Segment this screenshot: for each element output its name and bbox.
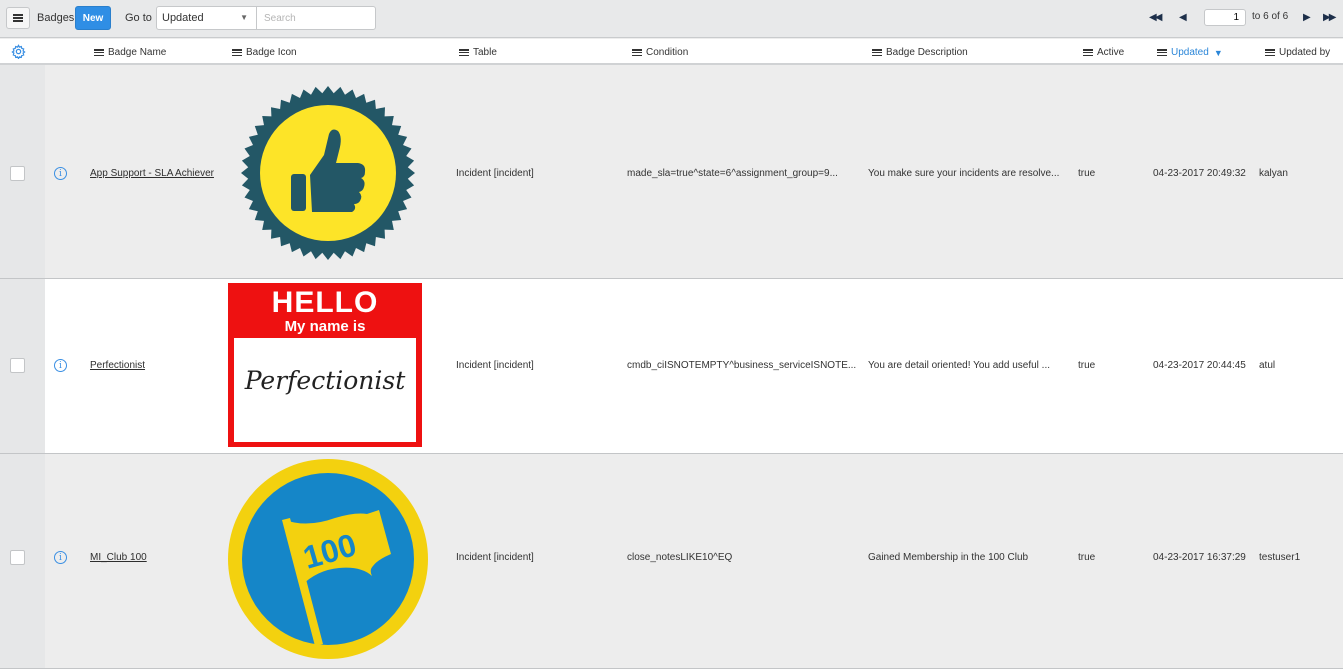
list-menu-button[interactable] <box>6 7 30 29</box>
goto-selected-value: Updated <box>162 12 204 24</box>
column-menu-icon[interactable] <box>94 49 104 56</box>
active-cell: true <box>1078 360 1096 371</box>
column-menu-icon[interactable] <box>632 49 642 56</box>
new-button[interactable]: New <box>75 6 111 30</box>
hamburger-icon <box>13 14 23 22</box>
updated-by-cell: kalyan <box>1259 168 1288 179</box>
column-label: Updated by <box>1279 47 1331 58</box>
updated-cell: 04-23-2017 20:49:32 <box>1153 168 1246 179</box>
search-input[interactable] <box>256 6 376 30</box>
description-cell: Gained Membership in the 100 Club <box>868 552 1029 563</box>
column-menu-icon[interactable] <box>1157 49 1167 56</box>
table-cell: Incident [incident] <box>456 552 534 563</box>
column-header-table[interactable]: Table <box>459 47 497 58</box>
dropdown-caret-icon: ▼ <box>240 13 248 22</box>
table-row: i Perfectionist HELLO My name is Perfect… <box>0 279 1343 454</box>
first-page-icon[interactable]: ◀◀ <box>1149 12 1162 23</box>
column-header-badge-name[interactable]: Badge Name <box>94 47 166 58</box>
column-header-active[interactable]: Active <box>1083 47 1124 58</box>
updated-cell: 04-23-2017 16:37:29 <box>1153 552 1246 563</box>
last-page-icon[interactable]: ▶▶ <box>1323 12 1336 23</box>
updated-cell: 04-23-2017 20:44:45 <box>1153 360 1246 371</box>
updated-by-cell: atul <box>1259 360 1276 371</box>
table-row: i MI_Club 100 100 Incident [incident] cl… <box>0 454 1343 669</box>
list-title: Badges <box>37 12 75 24</box>
badge-name-link[interactable]: MI_Club 100 <box>90 552 147 563</box>
column-menu-icon[interactable] <box>232 49 242 56</box>
row-checkbox[interactable] <box>10 550 25 565</box>
badge-name-link[interactable]: App Support - SLA Achiever <box>90 168 214 179</box>
previous-page-icon[interactable]: ◀ <box>1179 12 1187 23</box>
updated-by-cell: testuser1 <box>1259 552 1301 563</box>
column-header-badge-description[interactable]: Badge Description <box>872 47 968 58</box>
table-cell: Incident [incident] <box>456 360 534 371</box>
badge-name-link[interactable]: Perfectionist <box>90 360 145 371</box>
next-page-icon[interactable]: ▶ <box>1303 12 1311 23</box>
column-label: Active <box>1097 47 1125 58</box>
column-menu-icon[interactable] <box>1265 49 1275 56</box>
column-header-badge-icon[interactable]: Badge Icon <box>232 47 297 58</box>
column-label: Updated <box>1171 47 1209 58</box>
active-cell: true <box>1078 552 1096 563</box>
column-header-updated[interactable]: Updated ▼ <box>1157 47 1223 58</box>
record-preview-info-icon[interactable]: i <box>54 359 67 372</box>
column-header-condition[interactable]: Condition <box>632 47 688 58</box>
description-cell: You make sure your incidents are resolve… <box>868 168 1060 179</box>
column-label: Badge Name <box>108 47 167 58</box>
flag-100-badge-image[interactable]: 100 <box>227 458 429 660</box>
column-label: Badge Icon <box>246 47 297 58</box>
hello-name-tag-badge-image[interactable]: HELLO My name is Perfectionist <box>228 283 422 447</box>
tag-hello-text: HELLO <box>272 286 379 319</box>
description-cell: You are detail oriented! You add useful … <box>868 360 1050 371</box>
row-checkbox[interactable] <box>10 358 25 373</box>
column-label: Badge Description <box>886 47 968 58</box>
column-label: Table <box>473 47 497 58</box>
condition-cell: cmdb_ciISNOTEMPTY^business_serviceISNOTE… <box>627 360 857 371</box>
active-cell: true <box>1078 168 1096 179</box>
tag-subtitle-text: My name is <box>285 318 366 335</box>
column-menu-icon[interactable] <box>459 49 469 56</box>
tag-name-text: Perfectionist <box>244 366 407 395</box>
page-number-input[interactable] <box>1204 9 1246 26</box>
list-toolbar: Badges New Go to Updated ▼ ◀◀ ◀ to 6 of … <box>0 0 1343 38</box>
column-menu-icon[interactable] <box>1083 49 1093 56</box>
column-label: Condition <box>646 47 689 58</box>
record-preview-info-icon[interactable]: i <box>54 551 67 564</box>
goto-label: Go to <box>125 12 152 24</box>
personalize-list-gear-icon[interactable] <box>11 44 26 62</box>
goto-field-select[interactable]: Updated ▼ <box>156 6 257 30</box>
column-header-row: Badge Name Badge Icon Table Condition Ba… <box>0 39 1343 65</box>
thumbs-up-seal-badge-image[interactable] <box>240 85 416 261</box>
table-cell: Incident [incident] <box>456 168 534 179</box>
page-range-text: to 6 of 6 <box>1252 11 1289 22</box>
row-checkbox[interactable] <box>10 166 25 181</box>
sort-descending-icon[interactable]: ▼ <box>1214 48 1223 58</box>
condition-cell: close_notesLIKE10^EQ <box>627 552 733 563</box>
column-menu-icon[interactable] <box>872 49 882 56</box>
condition-cell: made_sla=true^state=6^assignment_group=9… <box>627 168 838 179</box>
table-row: i App Support - SLA Achiever Incident [i… <box>0 65 1343 279</box>
record-preview-info-icon[interactable]: i <box>54 167 67 180</box>
column-header-updated-by[interactable]: Updated by <box>1265 47 1330 58</box>
